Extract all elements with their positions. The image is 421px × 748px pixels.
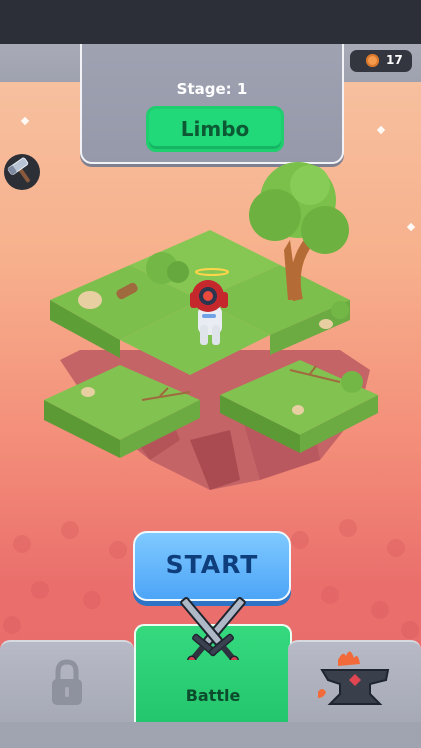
stage-card: Stage: 1 Limbo	[80, 44, 344, 164]
tab-battle-label: Battle	[185, 686, 241, 705]
tab-forge[interactable]	[288, 640, 421, 722]
tab-battle[interactable]: Battle	[134, 597, 292, 722]
stage-label: Stage: 1	[176, 80, 248, 98]
sparkle	[376, 125, 386, 135]
tab-locked[interactable]	[0, 640, 134, 722]
coin-count: 17	[386, 53, 403, 67]
status-bar	[0, 0, 421, 44]
anvil-icon	[318, 651, 390, 705]
stage-name-badge[interactable]: Limbo	[146, 106, 284, 152]
sparkle	[20, 116, 30, 126]
coin-counter[interactable]: 17	[350, 50, 412, 72]
crossed-swords-icon	[180, 597, 246, 660]
bottom-nav: Battle	[0, 597, 421, 748]
lock-icon	[52, 659, 82, 705]
sparkle	[406, 222, 416, 232]
floating-island	[44, 162, 378, 490]
hammer-button[interactable]	[4, 154, 40, 190]
coin-icon	[366, 54, 379, 67]
hammer-icon	[7, 157, 30, 183]
